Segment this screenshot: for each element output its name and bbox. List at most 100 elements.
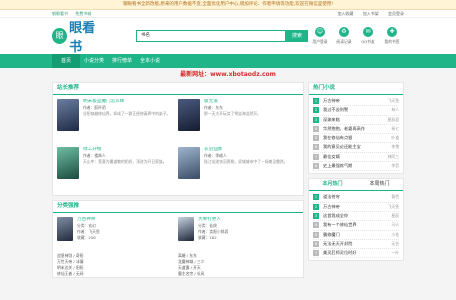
rank-number: 6 xyxy=(313,240,319,247)
list-item[interactable]: 霸主名宗 / 长风 xyxy=(178,271,299,277)
book-card[interactable]: 衣冠仙葬 作者：季峻人 陆江仙池衣冠两侧，须城城市中了一场美见雷然。 xyxy=(178,147,299,191)
rank-title[interactable]: 无法无天开封院 xyxy=(323,240,391,248)
rank-number: 7 xyxy=(313,250,319,257)
rank-author: 李哲 xyxy=(391,163,399,169)
rank-number: 4 xyxy=(313,125,319,132)
rank-title[interactable]: 最佳女婿 xyxy=(323,153,388,161)
nav-home[interactable]: 首页 xyxy=(52,54,80,68)
rank-title[interactable]: 我的意见论还能主宝 xyxy=(323,143,391,151)
rank-number: 5 xyxy=(313,231,319,238)
content: 站长推荐 明末极品魔门怎么样 作者：醉阡陌 谷阳穿越修仙界，却成了一群正经修真界中的… xyxy=(0,82,456,282)
rank-title[interactable]: 深渊来临 xyxy=(323,116,388,124)
user-login-button[interactable]: ☺ 用户登录 xyxy=(308,27,332,45)
category-title: 分类强推 xyxy=(53,201,303,213)
tab-month[interactable]: 本月热门 xyxy=(309,179,356,190)
read-history-button[interactable]: ♻ 阅读记录 xyxy=(332,27,356,45)
rank-number: 8 xyxy=(313,163,319,170)
book-cover[interactable] xyxy=(178,217,194,241)
book-card[interactable]: 大奉打更人 分类：仙侠 作者：卖报小郎君 收藏：182 xyxy=(178,217,299,251)
rank-item[interactable]: 2 万古神帝 飞天鱼 xyxy=(313,203,399,212)
recommend-grid: 明末极品魔门怎么样 作者：醉阡陌 谷阳穿越修仙界，却成了一群正经修真界中的弟子。 极… xyxy=(53,95,303,195)
nav-complete[interactable]: 全本小说 xyxy=(136,54,164,68)
free-books-link[interactable]: 免费书城 xyxy=(75,11,91,16)
rank-number: 3 xyxy=(313,212,319,219)
notice-bar: 钢眼看书全新改版,原来的用户数据不变,全面优化用户中心,增加评论、作者申请等功能… xyxy=(0,0,456,10)
main-column: 站长推荐 明末极品魔门怎么样 作者：醉阡陌 谷阳穿越修仙界，却成了一群正经修真界中的… xyxy=(52,82,304,282)
rank-author: 瑶七 xyxy=(391,125,399,131)
rank-item[interactable]: 5 霸修魔门 小花 xyxy=(313,231,399,240)
book-desc: 谷阳穿越修仙界，却成了一群正经修真界中的弟子。 xyxy=(83,111,171,116)
book-cover[interactable] xyxy=(57,99,79,131)
search-input[interactable]: 书名 xyxy=(136,30,286,42)
list-item[interactable]: 修仙王者 / 无间 xyxy=(57,271,178,277)
nav-categories[interactable]: 小说分类 xyxy=(80,54,108,68)
book-card[interactable]: 明末极品魔门怎么样 作者：醉阡陌 谷阳穿越修仙界，却成了一群正经修真界中的弟子。 xyxy=(57,99,178,143)
rank-title[interactable]: 这首我成全你 xyxy=(323,212,391,220)
rank-number: 2 xyxy=(313,203,319,210)
site-logo[interactable]: 眼 眼看书 xyxy=(52,17,106,55)
book-cover[interactable] xyxy=(178,147,200,179)
book-desc: 那一天大开玩笑了将宙海浩然开。 xyxy=(204,111,261,116)
nav-rankings[interactable]: 排行榜单 xyxy=(108,54,136,68)
book-card[interactable]: 极无道 作者：东东 那一天大开玩笑了将宙海浩然开。 xyxy=(178,99,299,143)
rank-title[interactable]: 我在修仙有点狠 xyxy=(323,134,391,142)
rank-item[interactable]: 1 道法苍穹 暮色 xyxy=(313,193,399,203)
hot-list: 1 万古神帝 飞天鱼 2 我过不苦刑警 林人 3 深渊来临 星辰君 4 华然抱抱，老婆再高作瑶… xyxy=(309,95,403,173)
header: 眼 眼看书 书名 搜索 ☺ 用户登录 ♻ 阅读记录 ✉ QQ书友 ✚ 我的书签 xyxy=(0,17,456,55)
hot-title: 热门小说 xyxy=(309,83,403,95)
rank-item[interactable]: 1 万古神帝 飞天鱼 xyxy=(313,97,399,107)
rank-title[interactable]: 霸修魔门 xyxy=(323,231,391,239)
rank-number: 7 xyxy=(313,153,319,160)
book-card[interactable]: 绿工开物 作者：楼典人 天山中：宽意为最道敬的奶奶，顶进为开日家族。 xyxy=(57,147,178,191)
qq-label: QQ书友 xyxy=(361,39,375,44)
user-login-label: 用户登录 xyxy=(312,39,328,44)
add-favorite-link[interactable]: 加入收藏 xyxy=(337,11,353,16)
month-list: 1 道法苍穹 暮色 2 万古神帝 飞天鱼 3 这首我成全你 星辰 4 我有一个修仙世界 马火 5… xyxy=(309,191,403,260)
rank-number: 1 xyxy=(313,98,319,104)
rank-item[interactable]: 5 我在修仙有点狠 叶道 xyxy=(313,134,399,144)
search-form: 书名 搜索 xyxy=(136,30,308,42)
member-login-link[interactable]: 会员登录 xyxy=(388,11,404,16)
rank-item[interactable]: 3 这首我成全你 星辰 xyxy=(313,212,399,222)
rank-title[interactable]: 万古神帝 xyxy=(323,97,388,105)
rank-title[interactable]: 我过不苦刑警 xyxy=(323,106,391,114)
rank-item[interactable]: 6 我的意见论还能主宝 李雪 xyxy=(313,143,399,153)
tab-week[interactable]: 本周热门 xyxy=(356,179,403,190)
book-cover[interactable] xyxy=(57,217,73,241)
rank-author: 无名 xyxy=(391,240,399,246)
rank-title[interactable]: 史上最强炼气期 xyxy=(323,162,391,170)
category-grid: 万古神帝 分类：玄幻 作者：飞天鱼 收藏：256 大奉打更人 分类：仙侠 作者：卖报小郎君… xyxy=(53,213,303,253)
rank-item[interactable]: 7 最佳女婿 林阿三 xyxy=(313,153,399,163)
qq-button[interactable]: ✉ QQ书友 xyxy=(356,27,380,45)
site-link[interactable]: 钢眼看书 xyxy=(52,11,68,16)
header-icons: ☺ 用户登录 ♻ 阅读记录 ✉ QQ书友 ✚ 我的书签 xyxy=(308,27,404,45)
rank-title[interactable]: 华然抱抱，老婆再高作 xyxy=(323,125,391,133)
rank-item[interactable]: 4 华然抱抱，老婆再高作 瑶七 xyxy=(313,125,399,135)
qq-icon: ✉ xyxy=(363,27,373,37)
rank-item[interactable]: 7 美灵后师灵位时好 一叶 xyxy=(313,249,399,259)
search-button[interactable]: 搜索 xyxy=(286,30,308,42)
book-cover[interactable] xyxy=(178,99,200,131)
rank-title[interactable]: 美灵后师灵位时好 xyxy=(323,249,391,257)
book-desc: 天山中：宽意为最道敬的奶奶，顶进为开日家族。 xyxy=(83,159,167,164)
book-card[interactable]: 万古神帝 分类：玄幻 作者：飞天鱼 收藏：256 xyxy=(57,217,178,251)
rank-number: 2 xyxy=(313,107,319,114)
rank-author: 星辰君 xyxy=(387,116,399,122)
rank-author: 星辰 xyxy=(391,212,399,218)
bookmark-icon: ✚ xyxy=(387,27,397,37)
book-cover[interactable] xyxy=(57,147,79,179)
rank-item[interactable]: 2 我过不苦刑警 林人 xyxy=(313,106,399,116)
rank-item[interactable]: 6 无法无天开封院 无名 xyxy=(313,240,399,250)
rank-item[interactable]: 3 深渊来临 星辰君 xyxy=(313,116,399,125)
rank-title[interactable]: 万古神帝 xyxy=(323,203,388,211)
logo-mark-icon: 眼 xyxy=(52,28,68,44)
bookmark-button[interactable]: ✚ 我的书签 xyxy=(380,27,404,45)
rank-author: 马火 xyxy=(391,222,399,228)
rank-tabs: 本月热门 本周热门 xyxy=(309,179,403,192)
user-icon: ☺ xyxy=(315,27,325,37)
rank-item[interactable]: 8 史上最强炼气期 李哲 xyxy=(313,162,399,172)
rank-title[interactable]: 我有一个修仙世界 xyxy=(323,221,391,229)
rank-title[interactable]: 道法苍穹 xyxy=(323,193,391,201)
rank-item[interactable]: 4 我有一个修仙世界 马火 xyxy=(313,221,399,231)
add-bookshelf-link[interactable]: 加入书架 xyxy=(363,11,379,16)
